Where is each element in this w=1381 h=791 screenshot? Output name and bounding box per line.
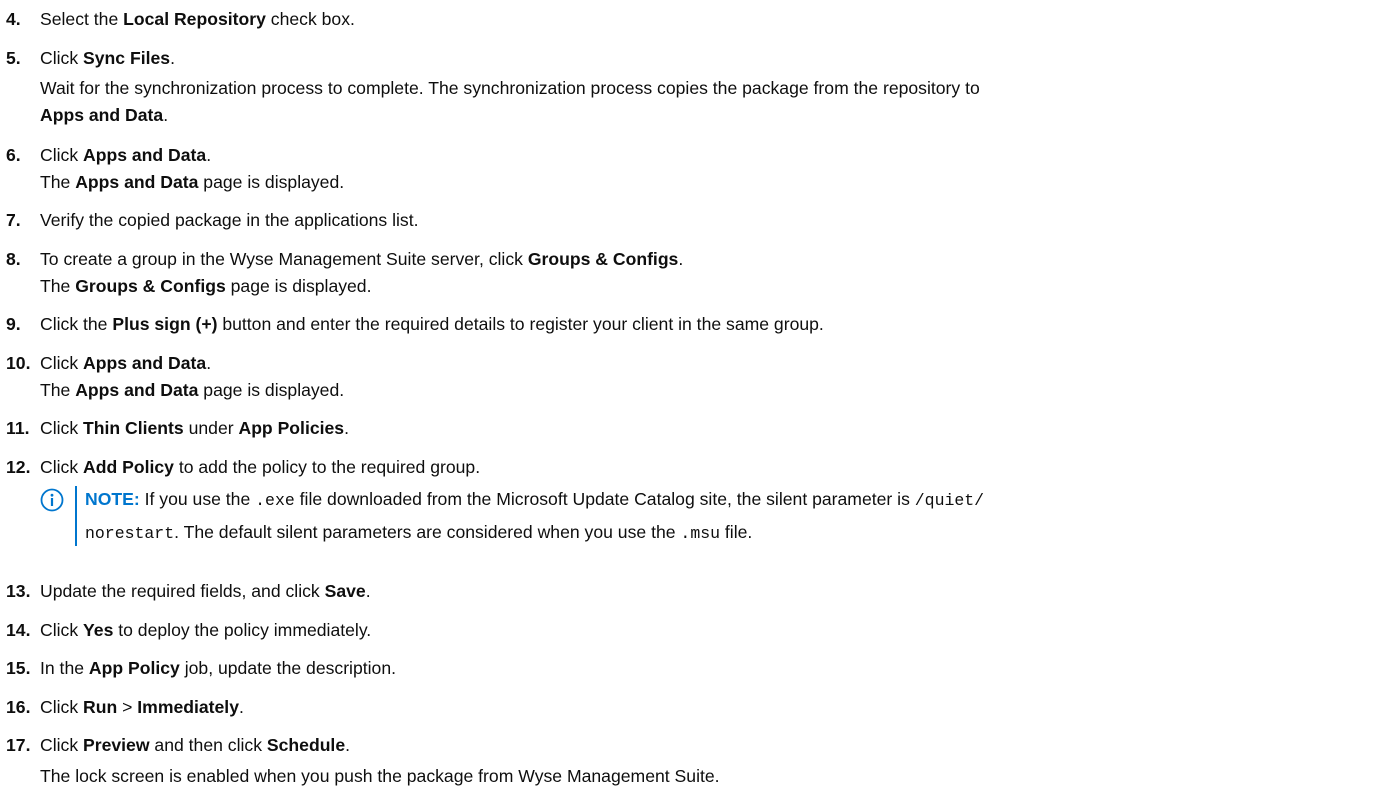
step-number: 6. [6, 145, 21, 165]
step-number: 11. [6, 418, 30, 438]
step-number: 15. [6, 658, 31, 678]
step-10: 10. Click Apps and Data. [6, 353, 212, 373]
step-4: 4. Select the Local Repository check box. [6, 9, 355, 29]
step-13: 13. Update the required fields, and click… [6, 581, 371, 601]
ui-term: Sync Files [83, 48, 171, 68]
step-16: 16. Click Run > Immediately. [6, 697, 244, 717]
ui-term: Thin Clients [83, 418, 184, 438]
step-8-result: The Groups & Configs page is displayed. [40, 276, 372, 296]
ui-term: Add Policy [83, 457, 174, 477]
note-divider [75, 486, 77, 546]
step-number: 13. [6, 581, 31, 601]
ui-term: Yes [83, 620, 114, 640]
ui-term: App Policies [238, 418, 345, 438]
step-17: 17. Click Preview and then click Schedule… [6, 735, 350, 755]
ui-term: Plus sign (+) [112, 314, 218, 334]
step-17-result: The lock screen is enabled when you push… [40, 766, 720, 786]
step-number: 10. [6, 353, 31, 373]
step-12: 12. Click Add Policy to add the policy to… [6, 457, 481, 477]
step-number: 8. [6, 249, 21, 269]
code-text: /quiet/ [914, 491, 985, 510]
step-number: 5. [6, 48, 21, 68]
step-number: 9. [6, 314, 21, 334]
ui-term: Apps and Data [83, 353, 207, 373]
step-6: 6. Click Apps and Data. [6, 145, 212, 165]
step-14: 14. Click Yes to deploy the policy immedi… [6, 620, 372, 640]
step-10-result: The Apps and Data page is displayed. [40, 380, 345, 400]
step-15: 15. In the App Policy job, update the des… [6, 658, 397, 678]
step-number: 7. [6, 210, 21, 230]
ui-term: App Policy [88, 658, 180, 678]
code-text: .exe [255, 491, 295, 510]
ui-term: Schedule [266, 735, 346, 755]
note-line-1: NOTE: If you use the .exe file downloade… [85, 489, 985, 510]
code-text: norestart [85, 524, 175, 543]
step-number: 17. [6, 735, 31, 755]
step-number: 16. [6, 697, 31, 717]
step-7: 7. Verify the copied package in the appli… [6, 210, 419, 230]
step-number: 14. [6, 620, 31, 640]
step-5: 5. Click Sync Files. [6, 48, 175, 68]
document-page: 4. Select the Local Repository check box.… [0, 0, 1381, 791]
info-icon [40, 488, 64, 512]
step-11: 11. Click Thin Clients under App Policies… [6, 418, 349, 438]
note-block: NOTE: If you use the .exe file downloade… [40, 486, 1370, 548]
ui-term: Preview [83, 735, 150, 755]
code-text: .msu [680, 524, 721, 543]
ui-term: Immediately [137, 697, 239, 717]
ui-term: Local Repository [123, 9, 266, 29]
ui-term: Save [324, 581, 366, 601]
step-5-result-line-2: Apps and Data. [40, 105, 169, 125]
note-line-2: norestart. The default silent parameters… [85, 522, 753, 543]
step-9: 9. Click the Plus sign (+) button and ent… [6, 314, 824, 334]
ui-term: Groups & Configs [527, 249, 679, 269]
ui-term: Apps and Data [83, 145, 207, 165]
step-5-result-line-1: Wait for the synchronization process to … [40, 78, 980, 98]
step-number: 12. [6, 457, 31, 477]
step-8: 8. To create a group in the Wyse Manageme… [6, 249, 684, 269]
note-label: NOTE: [85, 489, 140, 509]
step-6-result: The Apps and Data page is displayed. [40, 172, 345, 192]
ui-term: Run [83, 697, 118, 717]
step-number: 4. [6, 9, 21, 29]
